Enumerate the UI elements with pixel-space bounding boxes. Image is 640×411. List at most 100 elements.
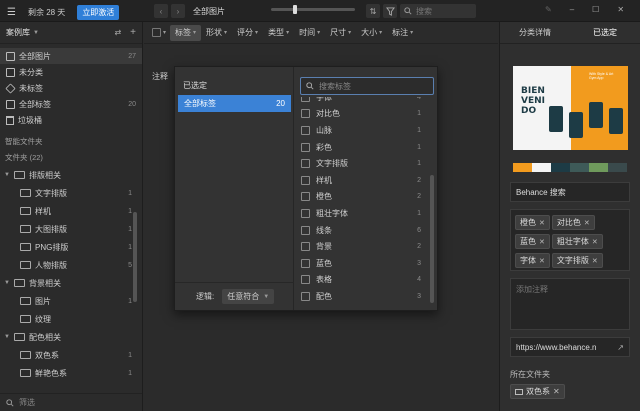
sidebar-item-trash[interactable]: 垃圾桶	[0, 112, 142, 128]
logic-select[interactable]: 任意符合 ▼	[222, 289, 275, 304]
remove-icon[interactable]: ✕	[553, 387, 560, 396]
remove-icon[interactable]: ✕	[539, 219, 545, 227]
remove-icon[interactable]: ✕	[539, 257, 545, 265]
palette-swatch[interactable]	[532, 163, 551, 172]
tag-option[interactable]: 蓝色 3	[295, 255, 429, 272]
chevron-down-icon[interactable]: ▼	[33, 30, 39, 36]
smart-folders-header[interactable]: 智能文件夹	[0, 134, 142, 148]
folder-tree-item[interactable]: 人物排版 5	[0, 256, 142, 274]
sidebar-item-all-tags[interactable]: 全部标签 20	[0, 96, 142, 112]
tag-checkbox[interactable]	[301, 109, 310, 119]
tag-option[interactable]: 山脉 1	[295, 122, 429, 139]
tags-field[interactable]: 橙色 ✕ 对比色 ✕ 蓝色 ✕ 粗壮字体 ✕ 字体 ✕ 文字排版 ✕	[510, 209, 630, 271]
tag-option[interactable]: 表格 4	[295, 272, 429, 289]
filter-6[interactable]: 大小 ▾	[356, 25, 387, 41]
sidebar-scrollbar[interactable]	[133, 212, 137, 302]
tag-checkbox[interactable]	[301, 208, 310, 218]
remove-icon[interactable]: ✕	[592, 238, 598, 246]
tag-option[interactable]: 配色 3	[295, 288, 429, 305]
zoom-slider-handle[interactable]	[293, 5, 297, 14]
tag-option[interactable]: 背景 2	[295, 238, 429, 255]
tag-option[interactable]: 彩色 1	[295, 139, 429, 156]
filter-0[interactable]: 标签 ▾	[170, 24, 202, 41]
all-tags-option[interactable]: 全部标签 20	[178, 95, 291, 112]
search-input[interactable]: 搜索	[400, 4, 476, 18]
folder-tree-item[interactable]: 图片 1	[0, 292, 142, 310]
folder-tree-item[interactable]: ▼ 排版相关	[0, 166, 142, 184]
remove-icon[interactable]: ✕	[584, 219, 590, 227]
filter-7[interactable]: 标注 ▾	[387, 25, 418, 41]
folder-tree-item[interactable]: 文字排版 1	[0, 184, 142, 202]
chevron-down-icon[interactable]: ▼	[4, 172, 10, 178]
folder-tree-item[interactable]: ▼ 配色相关	[0, 328, 142, 346]
tag-chip[interactable]: 蓝色 ✕	[515, 234, 550, 249]
tag-option[interactable]: 线条 6	[295, 222, 429, 239]
tag-chip[interactable]: 文字排版 ✕	[551, 253, 603, 268]
tag-option[interactable]: 样机 2	[295, 172, 429, 189]
tab-details[interactable]: 分类详情	[500, 27, 570, 38]
tag-checkbox[interactable]	[301, 258, 310, 268]
tag-checkbox[interactable]	[301, 242, 310, 252]
tag-list-scrollbar[interactable]	[430, 175, 434, 303]
tag-checkbox[interactable]	[301, 159, 310, 169]
tag-option[interactable]: 字体 4	[295, 97, 429, 106]
sidebar-item-unclassified[interactable]: 未分类	[0, 64, 142, 80]
chevron-down-icon[interactable]: ▼	[4, 280, 10, 286]
palette-swatch[interactable]	[570, 163, 589, 172]
back-button[interactable]: ‹	[154, 4, 168, 18]
sidebar-item-all-images[interactable]: 全部图片 27	[0, 48, 142, 64]
tag-checkbox[interactable]	[301, 97, 310, 102]
tag-checkbox[interactable]	[301, 291, 310, 301]
library-name[interactable]: 案例库	[6, 27, 30, 38]
filter-4[interactable]: 时间 ▾	[294, 25, 325, 41]
title-field[interactable]: Behance 搜索	[510, 182, 630, 202]
tag-checkbox[interactable]	[301, 125, 310, 135]
palette-swatch[interactable]	[589, 163, 608, 172]
menu-icon[interactable]: ☰	[7, 7, 16, 18]
select-all-checkbox[interactable]: ▾	[152, 28, 166, 37]
sort-button[interactable]: ⇅	[366, 4, 380, 18]
tag-chip[interactable]: 对比色 ✕	[551, 215, 595, 230]
tag-checkbox[interactable]	[301, 225, 310, 235]
tag-checkbox[interactable]	[301, 192, 310, 202]
zoom-slider[interactable]	[271, 5, 355, 14]
sidebar-item-untagged[interactable]: 未标签	[0, 80, 142, 96]
switch-library-icon[interactable]: ⇄	[114, 28, 121, 37]
remove-icon[interactable]: ✕	[539, 238, 545, 246]
folder-tree-item[interactable]: 鲜艳色系 1	[0, 364, 142, 382]
image-preview[interactable]: BIEN VENI DO With Style & Art Gym App	[513, 66, 628, 150]
folder-tree-item[interactable]: PNG排版 1	[0, 238, 142, 256]
filter-5[interactable]: 尺寸 ▾	[325, 25, 356, 41]
note-filter-label[interactable]: 注释	[152, 71, 168, 82]
tag-option[interactable]: 对比色 1	[295, 106, 429, 123]
open-link-icon[interactable]: ↗	[617, 343, 624, 352]
folder-filter-input[interactable]: 筛选	[0, 393, 142, 411]
minimize-icon[interactable]: –	[570, 5, 574, 14]
tag-option[interactable]: 文字排版 1	[295, 155, 429, 172]
folder-tree-item[interactable]: 纹理	[0, 310, 142, 328]
close-icon[interactable]: ✕	[617, 5, 624, 14]
tag-option[interactable]: 粗壮字体 1	[295, 205, 429, 222]
note-field[interactable]: 添加注释	[510, 278, 630, 330]
url-field[interactable]: https://www.behance.n ↗	[510, 337, 630, 357]
activate-button[interactable]: 立即激活	[77, 5, 120, 20]
pin-icon[interactable]: ✎	[545, 5, 552, 14]
filter-2[interactable]: 评分 ▾	[232, 25, 263, 41]
tag-chip[interactable]: 字体 ✕	[515, 253, 550, 268]
filter-1[interactable]: 形状 ▾	[201, 25, 232, 41]
palette-swatch[interactable]	[551, 163, 570, 172]
palette-swatch[interactable]	[608, 163, 627, 172]
maximize-icon[interactable]: ☐	[592, 5, 599, 14]
tag-checkbox[interactable]	[301, 175, 310, 185]
add-icon[interactable]: +	[130, 27, 136, 38]
palette-swatch[interactable]	[513, 163, 532, 172]
folder-chip[interactable]: 双色系 ✕	[510, 384, 565, 399]
filter-button[interactable]	[383, 4, 397, 18]
tag-chip[interactable]: 粗壮字体 ✕	[551, 234, 603, 249]
folder-tree-item[interactable]: ▼ 背景相关	[0, 274, 142, 292]
folder-tree-item[interactable]: 样机 1	[0, 202, 142, 220]
filter-3[interactable]: 类型 ▾	[263, 25, 294, 41]
folder-tree-item[interactable]: 大图排版 1	[0, 220, 142, 238]
folder-tree-item[interactable]: 双色系 1	[0, 346, 142, 364]
forward-button[interactable]: ›	[171, 4, 185, 18]
